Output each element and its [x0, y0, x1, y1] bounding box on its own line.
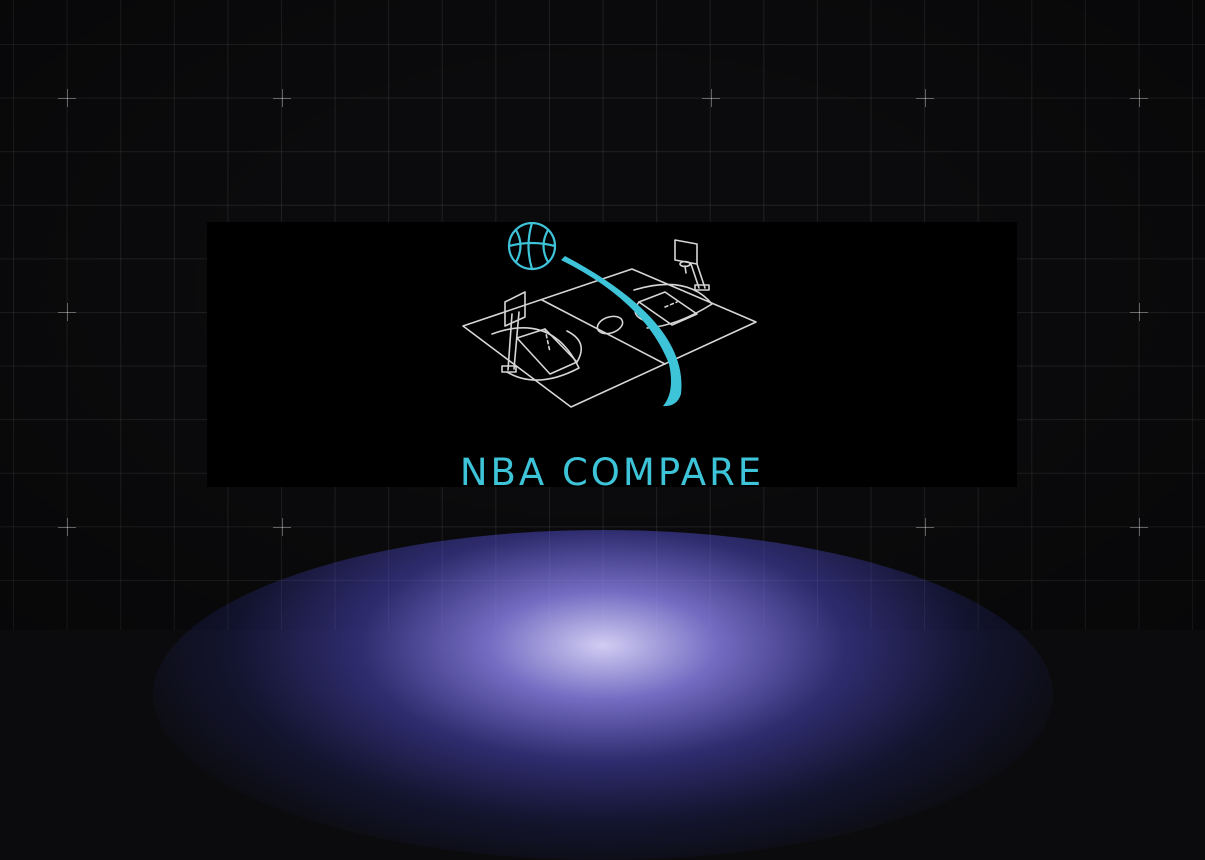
- sparkle-icon: [702, 89, 720, 107]
- court-outline: [462, 268, 757, 408]
- sparkle-icon: [916, 89, 934, 107]
- logo-card: NBA COMPARE: [207, 222, 1017, 487]
- sparkle-icon: [1130, 89, 1148, 107]
- sparkle-icon: [58, 303, 76, 321]
- sparkle-icon: [916, 518, 934, 536]
- center-circle: [596, 315, 624, 335]
- sparkle-icon: [58, 518, 76, 536]
- sparkle-icon: [273, 89, 291, 107]
- basketball-court-icon: [462, 222, 757, 408]
- center-line: [541, 299, 666, 365]
- basketball-icon: [507, 222, 557, 271]
- horizon-glow: [152, 530, 1053, 860]
- logo-title: NBA COMPARE: [459, 451, 765, 487]
- sparkle-icon: [273, 518, 291, 536]
- sparkle-icon: [58, 89, 76, 107]
- sparkle-icon: [1130, 518, 1148, 536]
- hoop-icon: [674, 239, 698, 265]
- sparkle-icon: [1130, 303, 1148, 321]
